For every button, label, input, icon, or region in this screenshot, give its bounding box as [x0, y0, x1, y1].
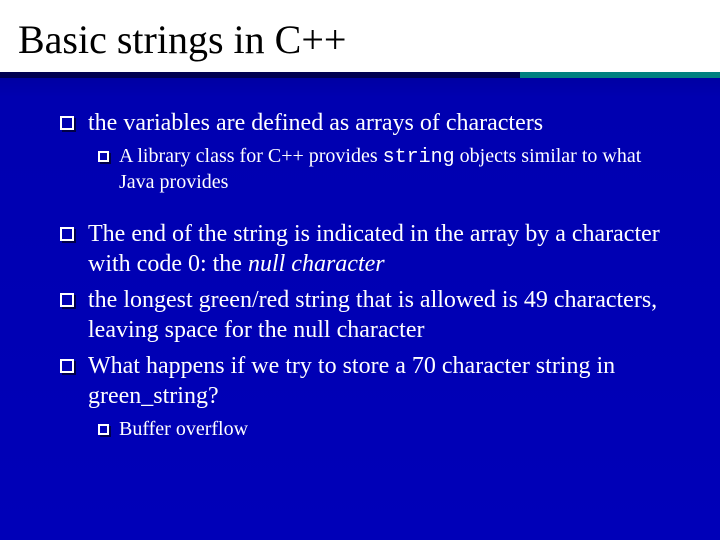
slide-title: Basic strings in C++ — [0, 0, 720, 72]
title-divider — [0, 72, 720, 84]
bullet-item: The end of the string is indicated in th… — [60, 219, 680, 279]
bullet-text: the variables are defined as arrays of c… — [88, 108, 680, 138]
square-bullet-icon — [60, 227, 74, 241]
bullet-item: What happens if we try to store a 70 cha… — [60, 351, 680, 411]
bullet-text: A library class for C++ provides string … — [119, 144, 680, 195]
slide-body: the variables are defined as arrays of c… — [0, 84, 720, 442]
square-bullet-icon — [60, 116, 74, 130]
sub-bullet-item: Buffer overflow — [98, 417, 680, 442]
bullet-text: Buffer overflow — [119, 417, 680, 442]
bullet-text: What happens if we try to store a 70 cha… — [88, 351, 680, 411]
bullet-item: the longest green/red string that is all… — [60, 285, 680, 345]
square-bullet-icon — [60, 293, 74, 307]
italic-span: null character — [248, 251, 385, 277]
square-bullet-icon — [98, 151, 109, 162]
bullet-item: the variables are defined as arrays of c… — [60, 108, 680, 138]
text-span: A library class for C++ provides — [119, 145, 383, 167]
square-bullet-icon — [60, 359, 74, 373]
square-bullet-icon — [98, 424, 109, 435]
code-span: string — [383, 146, 455, 169]
sub-bullet-item: A library class for C++ provides string … — [98, 144, 680, 195]
bullet-text: the longest green/red string that is all… — [88, 285, 680, 345]
bullet-text: The end of the string is indicated in th… — [88, 219, 680, 279]
